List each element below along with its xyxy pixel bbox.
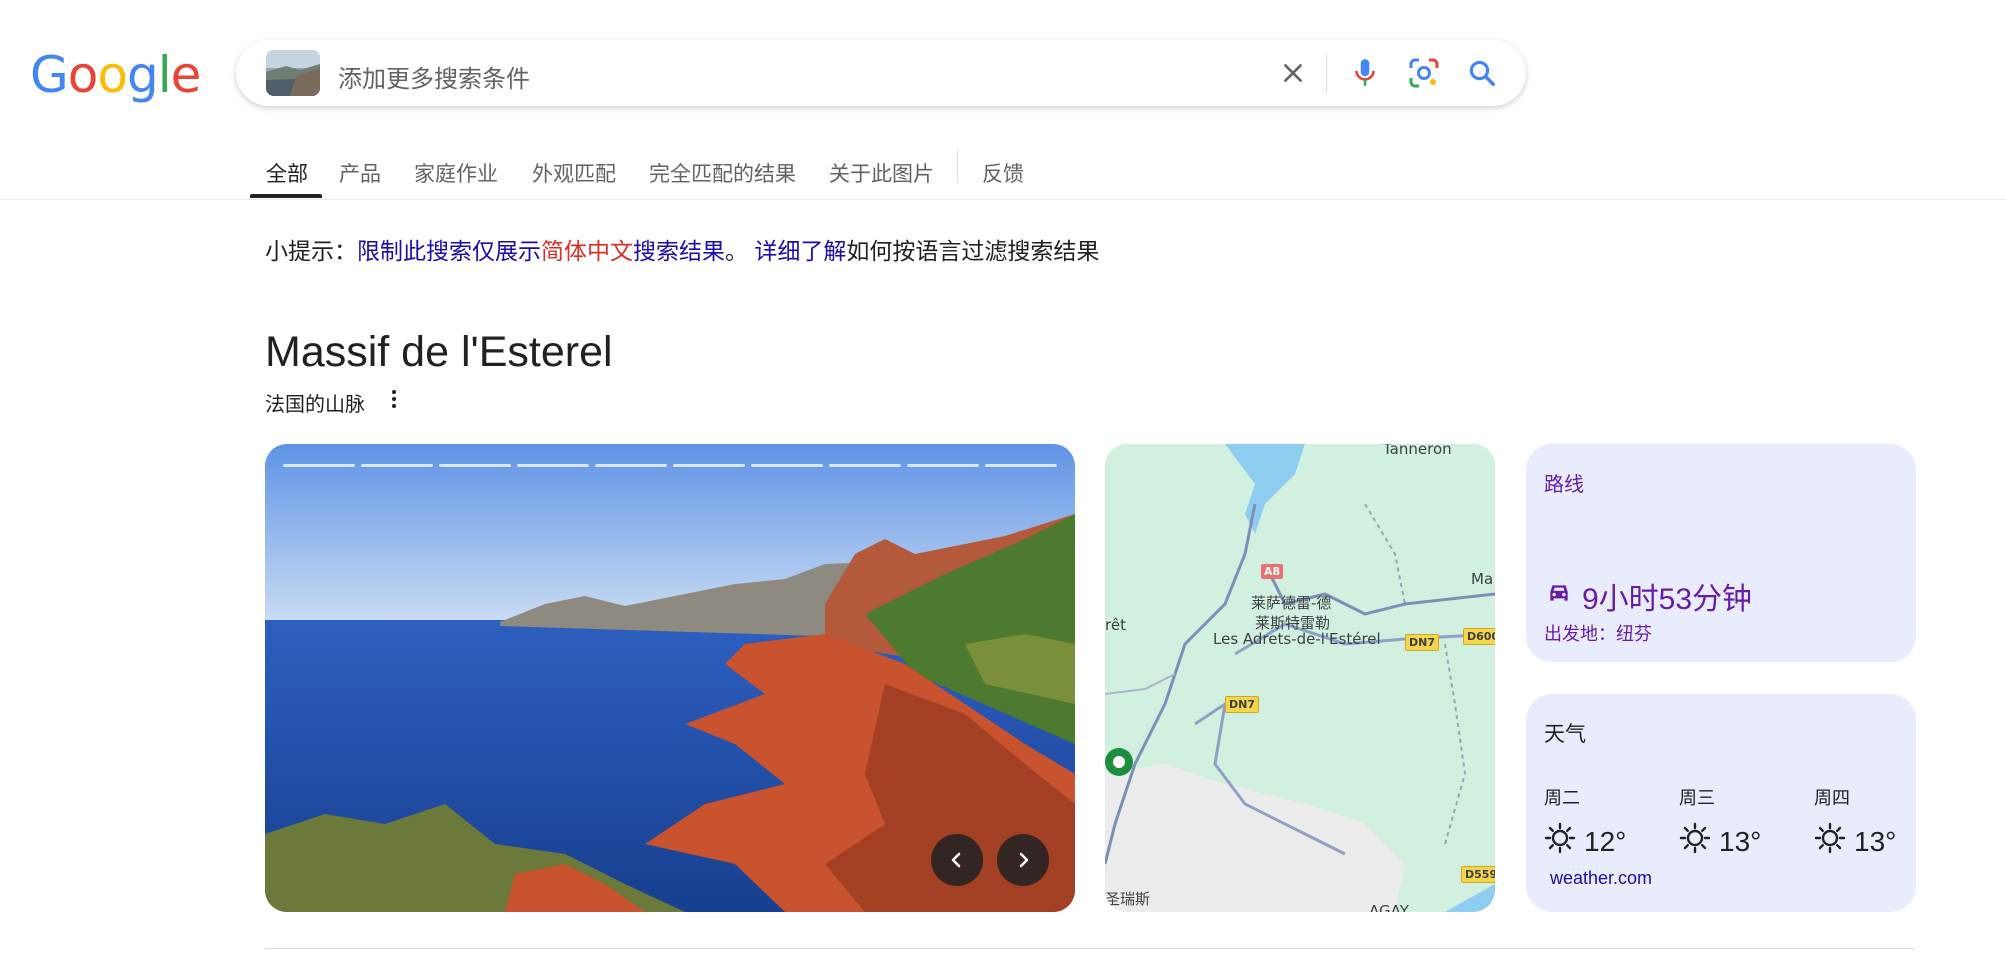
- entity-title: Massif de l'Esterel: [265, 328, 613, 376]
- sun-icon: [1679, 822, 1711, 861]
- query-image-thumbnail[interactable]: [266, 50, 320, 96]
- tip-link-text: 限制此搜索仅展示: [357, 238, 541, 264]
- tip-link-text-end: 搜索结果: [633, 238, 725, 264]
- map-label: rêt: [1105, 616, 1126, 634]
- route-duration: 9小时53分钟: [1582, 583, 1753, 616]
- weather-source-link[interactable]: weather.com: [1550, 868, 1652, 889]
- car-icon: [1546, 579, 1572, 613]
- route-card[interactable]: 路线 9小时53分钟 出发地：纽芬: [1526, 444, 1916, 662]
- active-tab-indicator: [250, 194, 322, 198]
- carousel-progress: [283, 464, 1057, 467]
- road-shield: DN7: [1405, 634, 1439, 651]
- tabs-separator: [957, 150, 958, 182]
- road-shield: A8: [1261, 564, 1284, 579]
- sun-icon: [1814, 822, 1846, 861]
- tip-language: 简体中文: [541, 238, 633, 264]
- weather-day-name: 周二: [1544, 788, 1580, 808]
- weather-temp: 13°: [1719, 825, 1762, 857]
- road-shield: DN7: [1225, 696, 1259, 713]
- logo-letter: e: [170, 46, 202, 104]
- search-icon[interactable]: [1465, 56, 1499, 90]
- map-label: Ma: [1471, 570, 1494, 588]
- weather-title: 天气: [1544, 723, 1586, 746]
- search-input[interactable]: 添加更多搜索条件: [338, 59, 530, 94]
- restrict-language-link[interactable]: 限制此搜索仅展示简体中文搜索结果: [357, 238, 725, 264]
- tabs-divider: [0, 199, 2006, 200]
- weather-day-name: 周三: [1679, 788, 1715, 808]
- chevron-left-icon[interactable]: [931, 834, 983, 886]
- map-label: 圣瑞斯: [1105, 890, 1151, 908]
- photo-carousel[interactable]: [265, 444, 1075, 912]
- more-options-icon[interactable]: [384, 386, 404, 412]
- weather-day-name: 周四: [1814, 788, 1850, 808]
- close-icon[interactable]: [1276, 56, 1310, 90]
- map-label: 莱萨德雷-德: [1251, 594, 1332, 612]
- route-origin: 出发地：纽芬: [1544, 624, 1652, 644]
- lens-icon[interactable]: [1407, 56, 1441, 90]
- section-divider: [265, 948, 1915, 949]
- weather-day: 周二 12°: [1544, 784, 1664, 861]
- weather-day: 周三 13°: [1679, 784, 1799, 861]
- language-tip: 小提示：限制此搜索仅展示简体中文搜索结果。 详细了解如何按语言过滤搜索结果: [265, 232, 1099, 266]
- google-logo[interactable]: Google: [30, 46, 202, 104]
- tab-about-image[interactable]: 关于此图片: [829, 158, 934, 188]
- logo-letter: G: [30, 46, 69, 104]
- route-title[interactable]: 路线: [1544, 468, 1584, 497]
- entity-subtitle: 法国的山脉: [265, 394, 365, 416]
- logo-letter: l: [157, 46, 172, 104]
- weather-day: 周四 13°: [1814, 784, 1934, 861]
- search-box[interactable]: 添加更多搜索条件: [236, 40, 1526, 106]
- location-map[interactable]: Tanneron A8 莱萨德雷-德 莱斯特雷勒 Les Adrets-de-l…: [1105, 444, 1495, 912]
- map-canvas: [1105, 444, 1495, 912]
- tab-products[interactable]: 产品: [339, 158, 381, 188]
- weather-temp: 13°: [1854, 825, 1897, 857]
- map-label: AGAY: [1369, 902, 1409, 912]
- tab-all[interactable]: 全部: [266, 158, 308, 188]
- mic-icon[interactable]: [1348, 56, 1382, 90]
- map-label: Tanneron: [1383, 444, 1452, 458]
- tab-visual-matches[interactable]: 外观匹配: [532, 158, 616, 188]
- tip-separator: 。: [725, 238, 748, 264]
- tab-homework[interactable]: 家庭作业: [414, 158, 498, 188]
- tab-exact-matches[interactable]: 完全匹配的结果: [649, 158, 796, 188]
- road-shield: D600: [1463, 628, 1495, 645]
- map-label: Les Adrets-de-l'Estérel: [1213, 630, 1381, 648]
- sun-icon: [1544, 822, 1576, 861]
- logo-letter: g: [126, 46, 159, 104]
- logo-letter: o: [67, 46, 99, 104]
- weather-card[interactable]: 天气 周二 12° 周三 13° 周四 13° weather.com: [1526, 694, 1916, 912]
- tip-suffix: 如何按语言过滤搜索结果: [846, 238, 1100, 264]
- chevron-right-icon[interactable]: [997, 834, 1049, 886]
- road-shield: D559: [1461, 866, 1495, 883]
- tip-prefix: 小提示：: [265, 238, 357, 264]
- learn-more-link[interactable]: 详细了解: [754, 238, 846, 264]
- tab-feedback[interactable]: 反馈: [982, 158, 1024, 188]
- route-duration-row[interactable]: 9小时53分钟: [1546, 574, 1752, 618]
- weather-temp: 12°: [1584, 825, 1627, 857]
- logo-letter: o: [97, 46, 128, 104]
- search-divider: [1326, 54, 1327, 92]
